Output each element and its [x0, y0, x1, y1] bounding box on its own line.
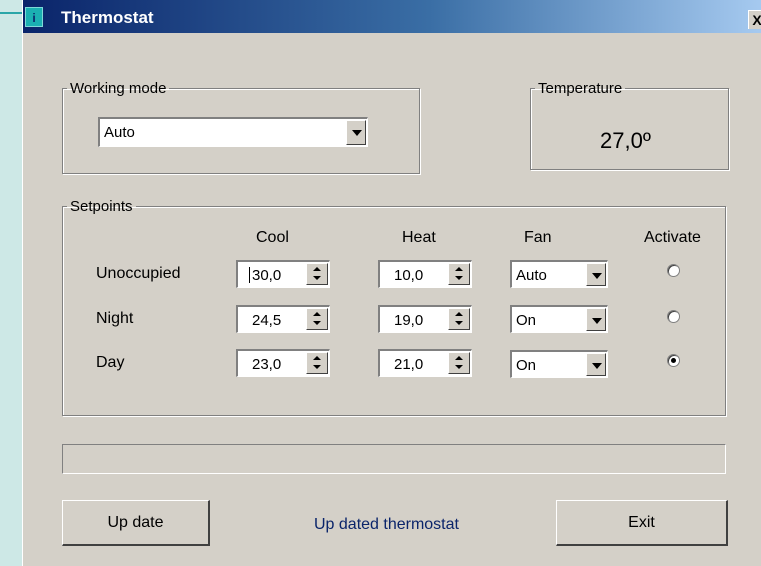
cool-spinner-unoccupied[interactable]: 30,0: [236, 260, 330, 288]
cool-value-day: 23,0: [252, 356, 282, 373]
exit-button[interactable]: Exit: [556, 500, 728, 546]
spin-up-down-icon[interactable]: [448, 263, 470, 285]
cool-spinner-night[interactable]: 24,5: [236, 305, 330, 333]
cool-value-unoccupied: 30,0: [252, 267, 282, 284]
heat-value-day: 21,0: [394, 356, 424, 373]
fan-select-night[interactable]: On: [510, 305, 608, 333]
activate-radio-day[interactable]: [667, 354, 680, 367]
heat-value-night: 19,0: [394, 312, 424, 329]
column-header-heat: Heat: [402, 229, 436, 246]
spin-up-down-icon[interactable]: [306, 308, 328, 330]
window-title: Thermostat: [61, 8, 154, 27]
working-mode-value: Auto: [104, 124, 135, 141]
update-progress-bar: [62, 444, 726, 474]
info-icon: i: [25, 7, 43, 27]
spin-up-down-icon[interactable]: [306, 263, 328, 285]
spin-up-down-icon[interactable]: [448, 308, 470, 330]
chevron-down-icon[interactable]: [346, 120, 366, 145]
close-button[interactable]: X: [748, 10, 761, 29]
activate-radio-unoccupied[interactable]: [667, 264, 680, 277]
heat-spinner-unoccupied[interactable]: 10,0: [378, 260, 472, 288]
spin-up-down-icon[interactable]: [448, 352, 470, 374]
chevron-down-icon[interactable]: [586, 308, 606, 331]
spin-up-down-icon[interactable]: [306, 352, 328, 374]
chevron-down-icon[interactable]: [586, 353, 606, 376]
column-header-activate: Activate: [644, 229, 701, 246]
cool-value-night: 24,5: [252, 312, 282, 329]
heat-value-unoccupied: 10,0: [394, 267, 424, 284]
working-mode-select[interactable]: Auto: [98, 117, 368, 147]
temperature-group: Temperature: [530, 80, 729, 170]
fan-value-unoccupied: Auto: [516, 267, 547, 284]
row-label-night: Night: [96, 310, 134, 327]
column-header-fan: Fan: [524, 229, 552, 246]
heat-spinner-day[interactable]: 21,0: [378, 349, 472, 377]
column-header-cool: Cool: [256, 229, 289, 246]
setpoints-legend: Setpoints: [70, 198, 133, 215]
fan-value-night: On: [516, 312, 537, 329]
row-label-day: Day: [96, 354, 125, 371]
working-mode-legend: Working mode: [70, 80, 167, 97]
activate-radio-night[interactable]: [667, 310, 680, 323]
temperature-readout: 27,0º: [600, 128, 651, 153]
title-bar[interactable]: i Thermostat X: [23, 0, 761, 33]
fan-select-unoccupied[interactable]: Auto: [510, 260, 608, 288]
row-label-unoccupied: Unoccupied: [96, 265, 181, 282]
cool-spinner-day[interactable]: 23,0: [236, 349, 330, 377]
update-button[interactable]: Up date: [62, 500, 210, 546]
fan-select-day[interactable]: On: [510, 350, 608, 378]
heat-spinner-night[interactable]: 19,0: [378, 305, 472, 333]
text-caret: [249, 267, 250, 283]
temperature-legend: Temperature: [538, 80, 623, 97]
status-message: Up dated thermostat: [314, 516, 459, 533]
fan-value-day: On: [516, 357, 537, 374]
chevron-down-icon[interactable]: [586, 263, 606, 286]
